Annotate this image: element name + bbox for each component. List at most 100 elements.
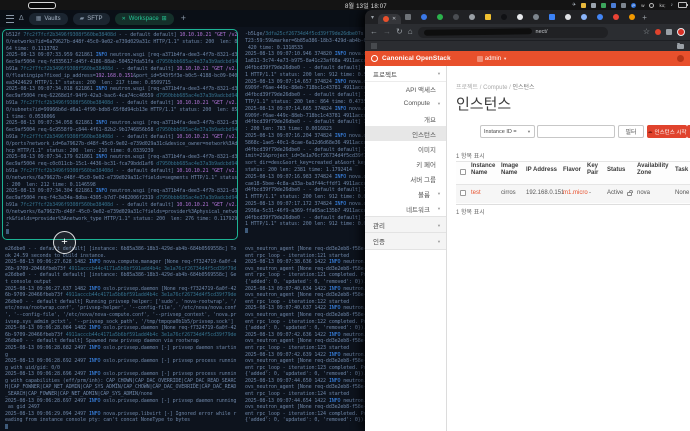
toolbar-right-icons: ☆ [643, 28, 685, 36]
browser-window: ▾ ✕ + ← → ↻ ⌂ nect/ ☆ [365, 10, 690, 431]
gray-site-2-favicon[interactable] [533, 14, 539, 20]
black-site-favicon[interactable] [501, 14, 507, 20]
sidebar-item-키 페어[interactable]: 키 페어 [365, 156, 446, 171]
breadcrumb: 프로젝트 / Compute / 인스턴스 [456, 82, 535, 91]
record-icon[interactable] [649, 3, 654, 8]
user-menu[interactable]: admin ▼ [477, 56, 507, 62]
cell-image-name: cirros [501, 190, 516, 196]
mouse-cursor-indicator: + [53, 231, 76, 254]
background-tabs [405, 14, 635, 20]
sidebar-item-네트워크[interactable]: 네트워크▼ [365, 201, 446, 216]
horizon-dashboard-page: Canonical OpenStack admin ▼ 프로젝트▼API 액세스… [365, 51, 690, 431]
sidebar-item-프로젝트[interactable]: 프로젝트▼ [365, 66, 446, 82]
sidebar-item-인스턴스[interactable]: 인스턴스 [365, 126, 446, 141]
back-icon[interactable]: ← [370, 28, 378, 36]
apps-grid-icon[interactable] [371, 43, 377, 49]
tab-sftp[interactable]: ▰ SFTP [73, 13, 110, 25]
notes-app-icon[interactable] [581, 3, 586, 8]
bell-icon[interactable]: Δ [19, 15, 24, 22]
chevron-icon: ▼ [437, 206, 441, 211]
volume-icon[interactable]: ♪ [671, 2, 674, 8]
sidebar-item-API 액세스[interactable]: API 액세스 [365, 81, 446, 96]
extension-red-icon[interactable] [655, 29, 661, 35]
lightgray-site-favicon[interactable] [469, 14, 475, 20]
chevron-down-icon: ▼ [527, 129, 531, 134]
red-site-favicon[interactable] [613, 14, 619, 20]
github-favicon[interactable] [517, 14, 523, 20]
cell-instance-name[interactable]: test [471, 190, 481, 196]
white-site-favicon[interactable] [565, 14, 571, 20]
paper-plane-icon[interactable]: ✈ [572, 2, 576, 8]
sidebar-item-label: 서버 그룹 [365, 174, 446, 184]
col-availability-zone[interactable]: Availability Zone [637, 163, 671, 177]
menu-icon[interactable] [6, 15, 14, 23]
col-status[interactable]: Status [607, 167, 625, 174]
vault-icon: ▦ [36, 15, 42, 22]
tab-workspace[interactable]: ✕ Workspace ⊞ [115, 13, 174, 25]
keyboard-layout-indicator[interactable]: ko; [659, 3, 665, 8]
close-icon[interactable]: ✕ [122, 16, 126, 22]
sidebar-item-개요[interactable]: 개요 [365, 111, 446, 126]
terminal-pane-nova-compute[interactable]: e26dbe0 - - default default] [instance: … [2, 244, 238, 431]
gray-site-favicon[interactable] [405, 14, 411, 20]
sidebar-item-label: 개요 [365, 114, 446, 124]
terminal-pane-neutron-api[interactable]: b512f 7fc2f7fcf2b3496f9308f560be38408d -… [2, 29, 238, 240]
green-site-favicon[interactable] [437, 14, 443, 20]
gray-app-icon[interactable] [621, 3, 626, 8]
row-checkbox[interactable] [460, 190, 466, 196]
camera-icon[interactable] [591, 3, 596, 8]
p-app-icon[interactable]: P [631, 3, 636, 8]
sidebar-item-인증[interactable]: 인증▼ [365, 232, 446, 250]
col-image-name[interactable]: Image Name [501, 163, 525, 177]
bookmarks-folder-icon[interactable] [677, 44, 684, 49]
select-all-checkbox[interactable] [460, 169, 466, 175]
col-flavor[interactable]: Flavor [563, 167, 581, 174]
profile-avatar[interactable] [677, 28, 685, 36]
close-icon[interactable]: ✕ [392, 16, 396, 22]
orange-site-favicon[interactable] [629, 14, 635, 20]
w-app-icon[interactable]: w [641, 3, 644, 8]
speaker-tab-favicon[interactable] [581, 14, 587, 20]
terminal-pane-ovs-agent[interactable]: ovs_neutron_agent [None req-dd3e2eb8-f58… [242, 244, 365, 431]
active-browser-tab[interactable]: ✕ [378, 14, 401, 24]
cell-status: Active [607, 190, 623, 196]
reload-icon[interactable]: ↻ [396, 28, 403, 36]
sidebar-item-볼륨[interactable]: 볼륨▼ [365, 186, 446, 201]
terminal-pane-nova-api[interactable]: -b5Lge/3dfa25cf26734d4f5cd39f79de26dbe0?… [242, 29, 365, 240]
sidebar-item-label: 이미지 [365, 144, 446, 154]
new-terminal-tab-button[interactable]: + [181, 14, 186, 23]
filter-field-select[interactable]: Instance ID = ▼ [480, 125, 535, 138]
sidebar-item-이미지[interactable]: 이미지 [365, 141, 446, 156]
sidebar-item-Compute[interactable]: Compute▼ [365, 96, 446, 111]
battery-icon[interactable] [678, 2, 687, 8]
col-key-pair[interactable]: Key Pair [587, 163, 603, 177]
blue-square-site-favicon[interactable] [549, 14, 555, 20]
cell-flavor[interactable]: m1.micro [563, 190, 588, 196]
filter-input[interactable] [537, 125, 615, 138]
tab-search-icon[interactable]: ▾ [371, 14, 374, 21]
new-browser-tab-button[interactable]: + [642, 13, 647, 22]
extensions-icon[interactable] [666, 29, 672, 35]
blue-site-favicon[interactable] [421, 14, 427, 20]
blue-app-icon[interactable] [611, 3, 616, 8]
address-bar[interactable]: nect/ [418, 27, 608, 38]
cell-ip-address: 192.168.0.151 [526, 190, 564, 196]
dark-site-favicon[interactable] [453, 14, 459, 20]
forward-icon[interactable]: → [383, 28, 391, 36]
sidebar-item-서버 그룹[interactable]: 서버 그룹 [365, 171, 446, 186]
col-ip-address[interactable]: IP Address [526, 167, 557, 174]
green-app-icon[interactable] [601, 3, 606, 8]
google-favicon[interactable] [597, 14, 603, 20]
yellow-site-favicon[interactable] [485, 14, 491, 20]
col-instance-name[interactable]: Instance Name [471, 163, 497, 177]
filter-button[interactable]: 필터 [618, 125, 644, 138]
launch-instance-button[interactable]: ☁ 인스턴스 시작 [647, 125, 687, 138]
cell-task: None [675, 190, 689, 196]
chevron-icon: ▼ [437, 191, 441, 196]
bookmark-star-icon[interactable]: ☆ [643, 28, 650, 36]
header-right-icon[interactable] [677, 55, 684, 62]
tab-vaults[interactable]: ▦ Vaults [29, 13, 68, 25]
col-task[interactable]: Task [675, 167, 688, 174]
system-tray[interactable]: ✈ Pw ko; ♪ [572, 0, 687, 10]
home-icon[interactable]: ⌂ [408, 28, 413, 36]
